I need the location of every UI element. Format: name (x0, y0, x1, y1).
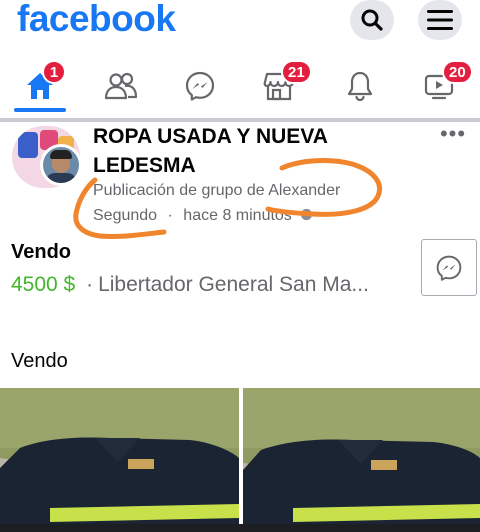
watch-badge: 20 (442, 60, 473, 84)
search-icon (361, 9, 383, 31)
messenger-icon (436, 255, 462, 281)
listing-location: Libertador General San Ma... (98, 273, 369, 296)
listing-title: Vendo (11, 241, 72, 263)
globe-icon (301, 208, 313, 221)
top-bar: facebook (0, 0, 480, 48)
friends-icon (104, 72, 138, 100)
bell-icon (347, 71, 373, 102)
messenger-icon (185, 71, 215, 101)
bottom-edge (0, 524, 480, 532)
tab-messenger[interactable] (174, 64, 226, 108)
author-avatar[interactable] (40, 144, 82, 186)
listing-photo-1[interactable] (0, 388, 239, 532)
post-header: ROPA USADA Y NUEVA LEDESMA Publicación d… (0, 122, 480, 232)
home-badge: 1 (42, 60, 66, 84)
menu-button[interactable] (418, 0, 462, 40)
listing-price: 4500 $ (11, 273, 76, 296)
active-tab-indicator (14, 108, 66, 112)
listing-summary: Vendo 4500 $ · Libertador General San Ma.… (0, 236, 480, 316)
price-separator: · (86, 273, 94, 296)
listing-price-location: 4500 $ · Libertador General San Ma... (11, 273, 416, 297)
post-meta-line2: Segundo · hace 8 minutos (93, 203, 393, 228)
group-name-link[interactable]: ROPA USADA Y NUEVA LEDESMA (93, 122, 393, 180)
photo-grid (0, 388, 480, 532)
message-seller-button[interactable] (421, 239, 477, 296)
post-body-text: Vendo (11, 350, 68, 372)
hamburger-menu-icon (427, 10, 453, 30)
listing-photo-2[interactable] (243, 388, 480, 532)
post-meta-line1[interactable]: Publicación de grupo de Alexander (93, 178, 393, 203)
tab-notifications[interactable] (334, 64, 386, 108)
author-name-link[interactable]: Segundo (93, 207, 157, 224)
search-button[interactable] (350, 0, 394, 40)
meta-separator: · (167, 207, 173, 224)
nav-bar: 1 21 20 (0, 52, 480, 114)
post-timestamp[interactable]: hace 8 minutos (183, 207, 292, 224)
tab-friends[interactable] (95, 64, 147, 108)
post-meta: Publicación de grupo de Alexander Segund… (93, 178, 393, 228)
post-options-button[interactable]: ••• (436, 123, 470, 152)
marketplace-badge: 21 (281, 60, 312, 84)
facebook-logo[interactable]: facebook (17, 0, 176, 40)
